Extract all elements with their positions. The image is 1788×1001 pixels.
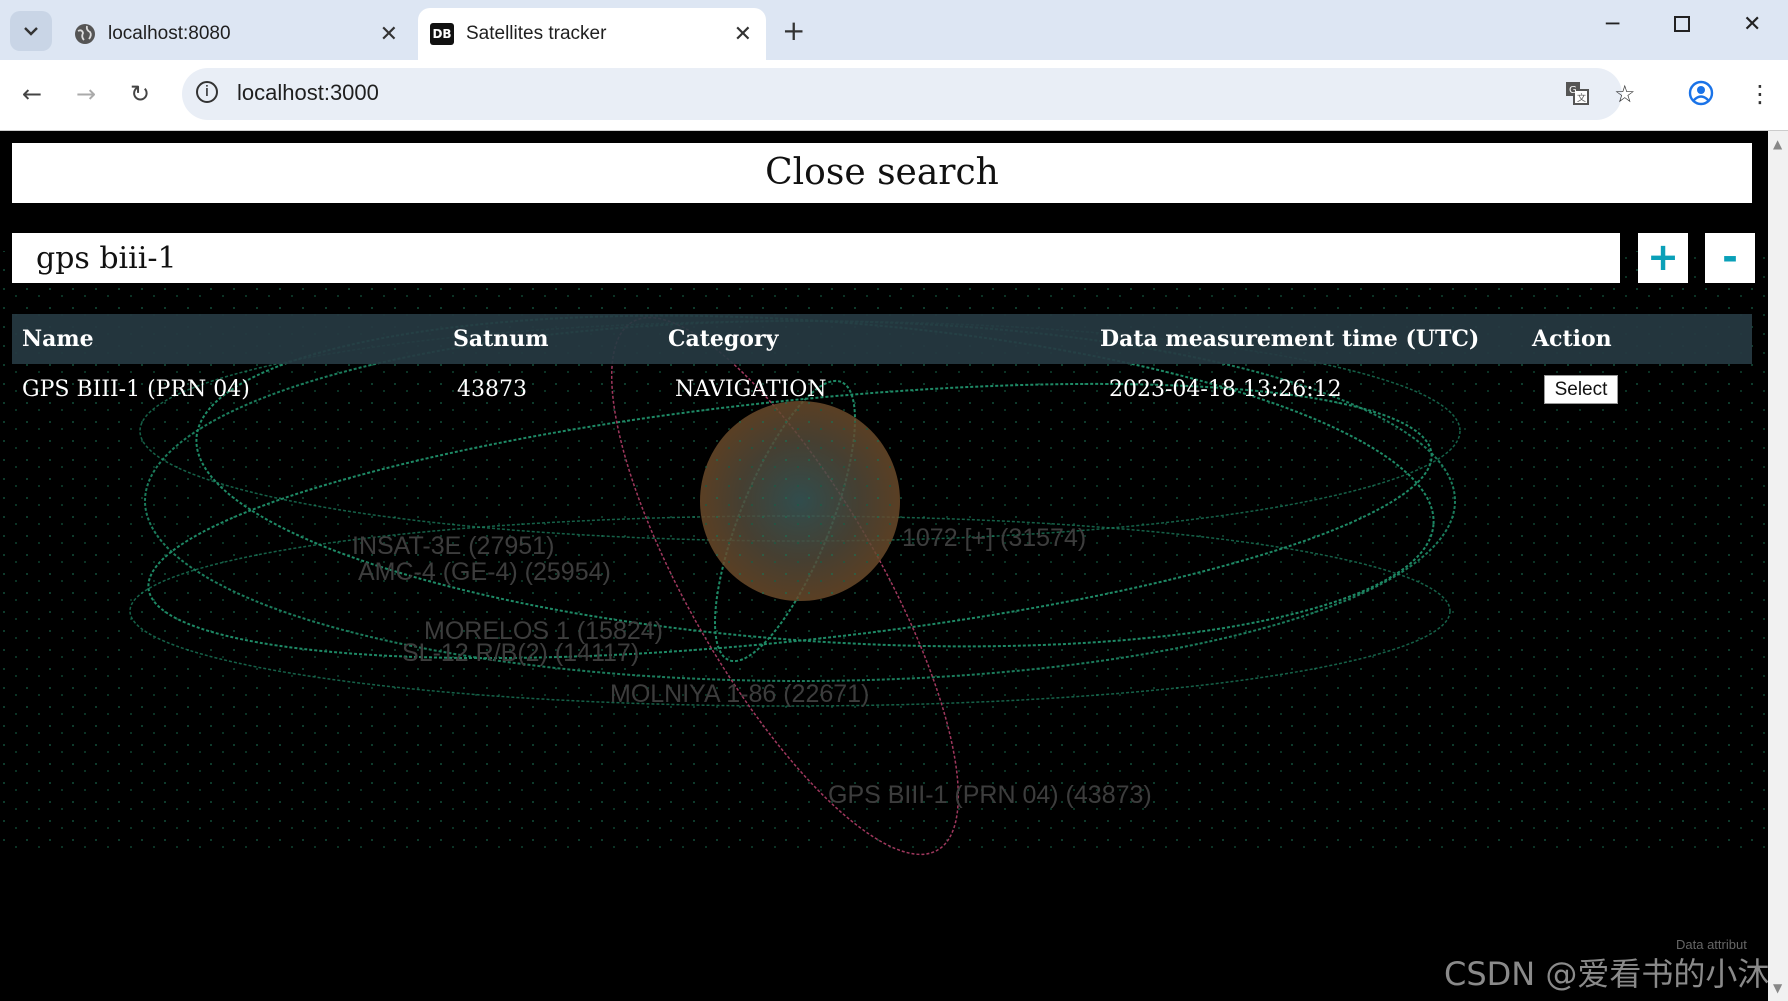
scroll-up-arrow-icon[interactable]: ▲: [1773, 137, 1782, 151]
watermark-text: CSDN @爱看书的小沐: [1444, 955, 1768, 993]
scroll-down-arrow-icon[interactable]: ▼: [1773, 981, 1782, 995]
address-bar[interactable]: i localhost:3000 G文 ☆: [182, 68, 1636, 120]
table-row: GPS BIII-1 (PRN 04) 43873 NAVIGATION 202…: [12, 364, 1752, 414]
tab-satellites-tracker[interactable]: DB Satellites tracker ✕: [418, 8, 766, 60]
bookmark-star-icon[interactable]: ☆: [1614, 80, 1636, 108]
tab-title: Satellites tracker: [466, 23, 607, 44]
chevron-down-icon: [24, 27, 38, 36]
profile-icon[interactable]: [1688, 80, 1714, 112]
svg-text:G: G: [1569, 85, 1577, 96]
minimize-icon[interactable]: ─: [1606, 12, 1619, 37]
url-text[interactable]: localhost:3000: [237, 80, 379, 106]
cell-time: 2023-04-18 13:26:12: [1109, 377, 1342, 402]
search-results-table: Name Satnum Category Data measurement ti…: [12, 314, 1752, 404]
cell-name: GPS BIII-1 (PRN 04): [22, 377, 250, 402]
column-header-action: Action: [1532, 326, 1612, 352]
tab-title: localhost:8080: [108, 23, 231, 44]
db-icon: DB: [430, 23, 454, 45]
globe-icon: [74, 23, 96, 45]
close-tab-icon[interactable]: ✕: [380, 21, 398, 47]
satellite-label[interactable]: SL-12 R/B(2) (14117): [402, 639, 639, 668]
column-header-category: Category: [668, 326, 779, 352]
svg-text:文: 文: [1577, 92, 1586, 104]
forward-arrow-icon[interactable]: →: [76, 80, 96, 108]
tab-bar: localhost:8080 ✕ DB Satellites tracker ✕…: [0, 0, 1788, 60]
cell-satnum: 43873: [457, 377, 527, 402]
maximize-icon[interactable]: [1673, 14, 1691, 39]
reload-icon[interactable]: ↻: [130, 80, 150, 108]
vertical-scrollbar[interactable]: ▲ ▼: [1768, 131, 1788, 1001]
site-info-icon[interactable]: i: [196, 81, 218, 103]
satellite-label[interactable]: AMC-4 (GE-4) (25954): [358, 558, 611, 587]
column-header-time: Data measurement time (UTC): [1100, 326, 1480, 352]
search-input[interactable]: [12, 233, 1620, 283]
more-menu-icon[interactable]: ⋮: [1748, 80, 1772, 108]
satellite-label[interactable]: 1072 [+] (31574): [902, 524, 1086, 553]
new-tab-button[interactable]: +: [782, 14, 805, 47]
column-header-satnum: Satnum: [453, 326, 549, 352]
close-search-button[interactable]: Close search: [12, 143, 1752, 203]
tab-localhost-8080[interactable]: localhost:8080 ✕: [62, 8, 412, 60]
satellite-label[interactable]: MOLNIYA 1-86 (22671): [610, 680, 869, 709]
close-tab-icon[interactable]: ✕: [734, 21, 752, 47]
zoom-in-button[interactable]: +: [1638, 233, 1688, 283]
satellite-label[interactable]: INSAT-3E (27951): [352, 532, 554, 561]
column-header-name: Name: [22, 326, 94, 352]
app-viewport: INSAT-3E (27951) AMC-4 (GE-4) (25954) MO…: [0, 131, 1768, 1001]
table-header: Name Satnum Category Data measurement ti…: [12, 314, 1752, 364]
back-arrow-icon[interactable]: ←: [22, 80, 42, 108]
satellite-label[interactable]: GPS BIII-1 (PRN 04) (43873): [828, 781, 1152, 810]
tab-search-button[interactable]: [10, 11, 52, 51]
translate-icon[interactable]: G文: [1564, 80, 1590, 112]
earth-satellite-cloud: [700, 401, 900, 601]
close-window-icon[interactable]: ✕: [1743, 12, 1761, 37]
select-button[interactable]: Select: [1544, 375, 1618, 404]
zoom-out-button[interactable]: -: [1705, 233, 1755, 283]
cell-category: NAVIGATION: [675, 377, 827, 402]
browser-toolbar: ← → ↻ i localhost:3000 G文 ☆ ⋮: [0, 60, 1788, 131]
